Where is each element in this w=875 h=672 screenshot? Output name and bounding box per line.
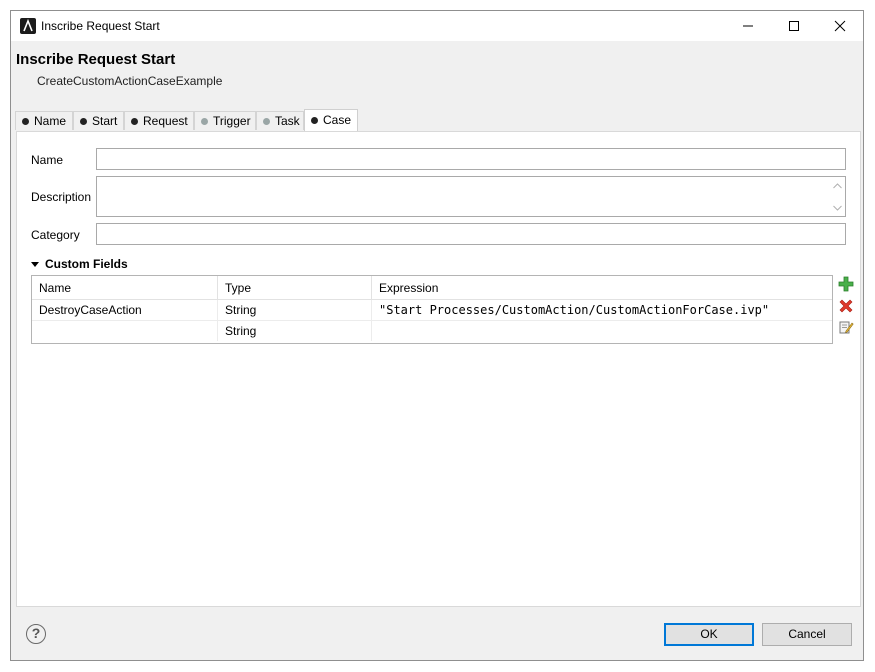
scroll-down-icon[interactable] [833,205,842,211]
column-header-expression[interactable]: Expression [372,276,832,299]
tab-start[interactable]: Start [73,111,124,130]
app-logo-icon [20,18,36,34]
cell-name[interactable] [32,321,218,341]
tab-task[interactable]: Task [256,111,304,130]
dialog-window: Inscribe Request Start Inscribe Request … [10,10,864,661]
tab-trigger[interactable]: Trigger [194,111,256,130]
custom-fields-table: Name Type Expression DestroyCaseAction S… [31,275,833,344]
category-field[interactable] [96,223,846,245]
case-tab-panel: Name Description Category Custom Fields … [16,131,861,607]
status-dot-icon [80,118,87,125]
minimize-icon [743,25,753,27]
dialog-header: Inscribe Request Start CreateCustomActio… [11,41,863,117]
status-dot-icon [131,118,138,125]
dialog-subtitle: CreateCustomActionCaseExample [37,74,223,88]
help-icon[interactable]: ? [26,624,46,644]
tab-request[interactable]: Request [124,111,194,130]
column-header-name[interactable]: Name [32,276,218,299]
status-dot-icon [311,117,318,124]
collapse-triangle-icon [31,262,39,267]
scroll-up-icon[interactable] [833,183,842,189]
description-field[interactable] [96,176,846,217]
status-dot-icon [263,118,270,125]
dialog-title: Inscribe Request Start [16,51,176,68]
cell-expression[interactable]: "Start Processes/CustomAction/CustomActi… [372,300,832,320]
tab-name[interactable]: Name [15,111,73,130]
edit-row-icon[interactable] [838,319,854,335]
delete-row-icon[interactable] [838,298,854,314]
minimize-button[interactable] [725,11,771,41]
window-title: Inscribe Request Start [41,19,160,33]
table-row[interactable]: String [32,321,832,342]
maximize-icon [789,21,799,31]
description-label: Description [31,190,92,204]
category-label: Category [31,228,80,242]
cell-type[interactable]: String [218,321,372,341]
close-icon [834,20,846,32]
tab-case[interactable]: Case [304,109,358,131]
button-bar: ? OK Cancel [11,607,863,660]
close-button[interactable] [817,11,863,41]
ok-button[interactable]: OK [664,623,754,646]
cell-type[interactable]: String [218,300,372,320]
column-header-type[interactable]: Type [218,276,372,299]
name-field[interactable] [96,148,846,170]
cancel-button[interactable]: Cancel [762,623,852,646]
table-row[interactable]: DestroyCaseAction String "Start Processe… [32,300,832,321]
cell-expression[interactable] [372,321,832,341]
status-dot-icon [22,118,29,125]
cell-name[interactable]: DestroyCaseAction [32,300,218,320]
status-dot-icon [201,118,208,125]
title-bar: Inscribe Request Start [11,11,863,41]
name-label: Name [31,153,64,167]
add-row-icon[interactable] [838,276,854,292]
maximize-button[interactable] [771,11,817,41]
